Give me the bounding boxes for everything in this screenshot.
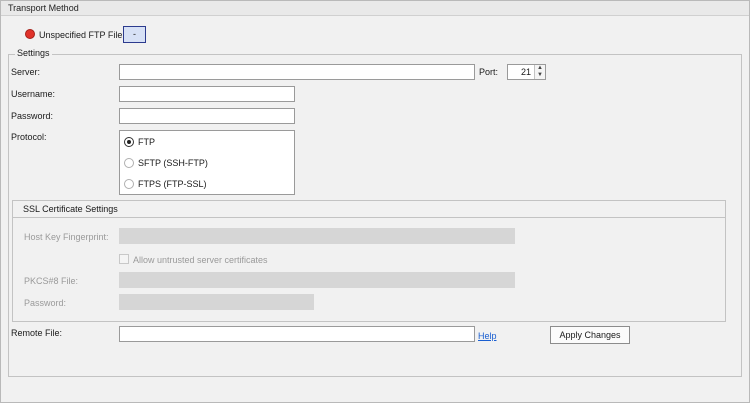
remote-file-label: Remote File:: [11, 328, 63, 338]
apply-changes-button[interactable]: Apply Changes: [550, 326, 630, 344]
password-input[interactable]: [119, 108, 295, 124]
panel-title: Transport Method: [8, 3, 79, 13]
panel-header: Transport Method: [1, 1, 749, 16]
username-input[interactable]: [119, 86, 295, 102]
help-link[interactable]: Help: [478, 331, 497, 341]
port-spinner[interactable]: 21 ▲ ▼: [507, 64, 546, 80]
server-input[interactable]: [119, 64, 475, 80]
ssl-password-label: Password:: [24, 298, 67, 308]
file-select-button[interactable]: -: [123, 26, 146, 43]
allow-untrusted-checkbox[interactable]: [119, 254, 129, 264]
settings-legend: Settings: [15, 48, 52, 58]
protocol-radio-group: FTP SFTP (SSH-FTP) FTPS (FTP-SSL): [119, 130, 295, 195]
ssl-header: SSL Certificate Settings: [13, 201, 725, 218]
ssl-title: SSL Certificate Settings: [23, 204, 118, 214]
chevron-up-icon[interactable]: ▲: [536, 65, 544, 72]
status-text: Unspecified FTP File: [39, 30, 123, 40]
port-value: 21: [520, 67, 531, 77]
pkcs-label: PKCS#8 File:: [24, 276, 79, 286]
protocol-label: Protocol:: [11, 132, 47, 142]
chevron-down-icon[interactable]: ▼: [536, 72, 544, 79]
host-key-label: Host Key Fingerprint:: [24, 232, 109, 242]
status-indicator-icon: [25, 29, 35, 39]
radio-button-icon[interactable]: [124, 179, 134, 189]
radio-label: SFTP (SSH-FTP): [138, 158, 208, 168]
allow-untrusted-label: Allow untrusted server certificates: [133, 255, 268, 265]
username-label: Username:: [11, 89, 56, 99]
radio-label: FTPS (FTP-SSL): [138, 179, 207, 189]
ssl-password-input[interactable]: [119, 294, 314, 310]
radio-button-icon[interactable]: [124, 137, 134, 147]
password-label: Password:: [11, 111, 54, 121]
remote-file-input[interactable]: [119, 326, 475, 342]
server-label: Server:: [11, 67, 41, 77]
radio-button-icon[interactable]: [124, 158, 134, 168]
port-spinner-arrows[interactable]: ▲ ▼: [534, 65, 545, 79]
host-key-input[interactable]: [119, 228, 515, 244]
port-label: Port:: [479, 67, 499, 77]
pkcs-file-input[interactable]: [119, 272, 515, 288]
radio-label: FTP: [138, 137, 155, 147]
